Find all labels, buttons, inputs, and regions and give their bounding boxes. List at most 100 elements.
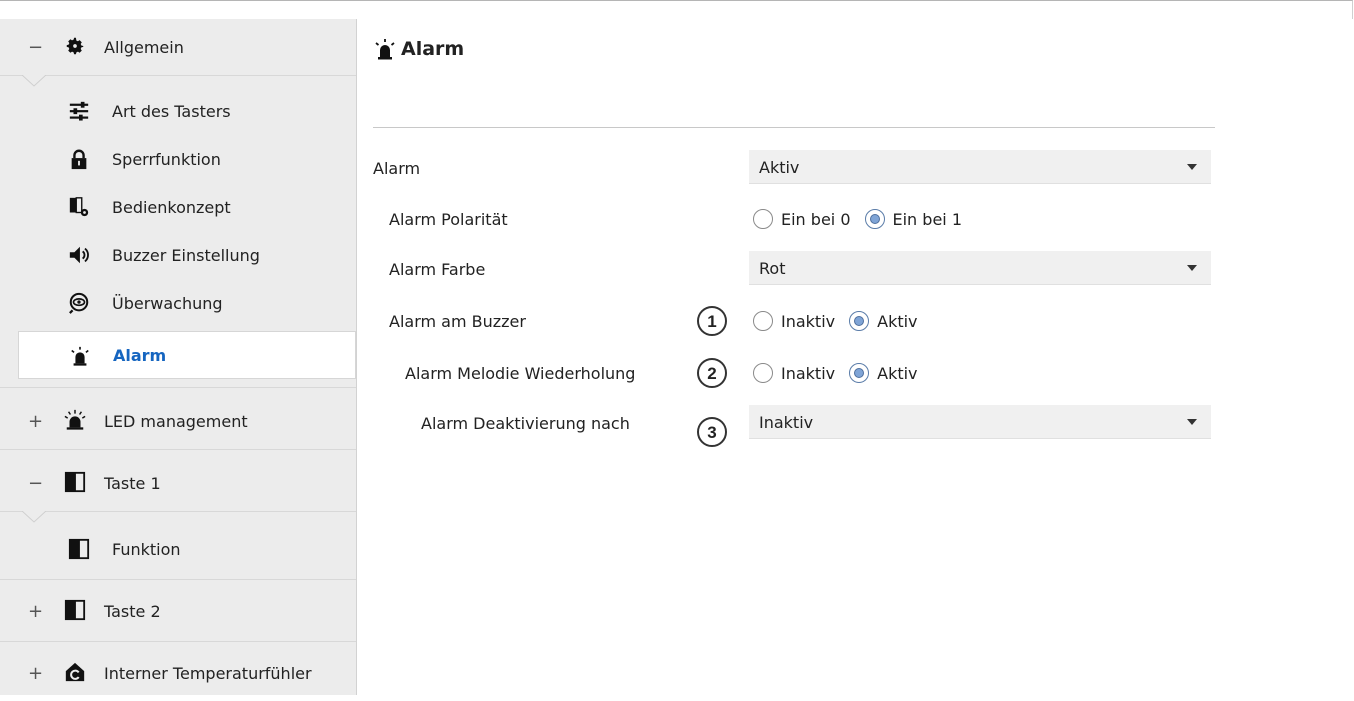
select-value: Rot [759,259,786,278]
caret-icon [22,75,46,87]
led-icon [64,409,86,431]
alarm-farbe-select[interactable]: Rot [749,251,1211,285]
eye-icon [68,292,90,314]
param-label: Alarm Melodie Wiederholung [405,364,636,383]
collapse-icon[interactable]: − [28,37,43,58]
thermometer-house-icon [64,661,86,683]
page-title: Alarm [373,35,464,63]
lock-icon [68,148,90,170]
sidebar-item-alarm[interactable]: Alarm [18,331,356,379]
param-row-alarm-deaktivierung-nach: Alarm Deaktivierung nach 3 Inaktiv [357,405,1353,447]
divider [0,579,356,580]
radio-label: Ein bei 0 [781,209,851,229]
divider [373,127,1215,128]
gear-icon [64,35,86,57]
expand-icon[interactable]: + [28,411,43,432]
radio-label: Aktiv [877,311,918,331]
sidebar-tree: − Allgemein Art des Tasters Sperrfunktio… [0,19,357,695]
param-label: Alarm Polarität [389,210,508,229]
alarm-select[interactable]: Aktiv [749,150,1211,184]
radio-group: Inaktiv Aktiv [753,309,932,333]
param-label: Alarm [373,159,421,178]
alarm-deaktivierung-select[interactable]: Inaktiv [749,405,1211,439]
sidebar-item-label: Überwachung [112,293,223,313]
tree-group-interner-temperaturfuehler[interactable]: + Interner Temperaturfühler [0,645,356,701]
sidebar-item-label: Buzzer Einstellung [112,245,260,265]
tree-group-taste-1[interactable]: − Taste 1 [0,455,356,511]
radio-inaktiv[interactable]: Inaktiv [753,363,835,383]
button-panel-icon [68,538,90,560]
divider [0,449,356,450]
sidebar-item-label: Alarm [113,345,167,365]
radio-label: Ein bei 1 [892,209,963,229]
radio-button[interactable] [753,363,773,383]
tree-group-label: Taste 1 [104,473,161,493]
alarm-icon [373,37,397,61]
divider [0,511,356,512]
caret-icon [22,511,46,523]
param-label: Alarm Farbe [389,260,486,279]
param-row-alarm-am-buzzer: Alarm am Buzzer 1 Inaktiv Aktiv [357,303,1353,339]
divider [0,387,356,388]
control-concept-icon [68,196,90,218]
radio-group: Inaktiv Aktiv [753,361,932,385]
expand-icon[interactable]: + [28,663,43,684]
radio-button[interactable] [849,311,870,331]
select-value: Aktiv [759,158,800,177]
radio-ein-bei-1[interactable]: Ein bei 1 [864,209,963,229]
radio-aktiv[interactable]: Aktiv [849,363,918,383]
radio-button[interactable] [864,209,885,229]
param-row-alarm-melodie-wiederholung: Alarm Melodie Wiederholung 2 Inaktiv Akt… [357,355,1353,391]
radio-group: Ein bei 0 Ein bei 1 [753,207,976,231]
radio-ein-bei-0[interactable]: Ein bei 0 [753,209,851,229]
tree-group-taste-2[interactable]: + Taste 2 [0,583,356,639]
sidebar-item-bedienkonzept[interactable]: Bedienkonzept [18,183,356,231]
collapse-icon[interactable]: − [28,473,43,494]
chevron-down-icon [1187,164,1197,170]
button-panel-icon [64,599,86,621]
button-panel-icon [64,471,86,493]
alarm-icon [69,345,91,367]
tree-group-led-management[interactable]: + LED management [0,393,356,449]
radio-button[interactable] [753,209,773,229]
tree-group-label: LED management [104,411,248,431]
sidebar-item-buzzer-einstellung[interactable]: Buzzer Einstellung [18,231,356,279]
sidebar-item-ueberwachung[interactable]: Überwachung [18,279,356,327]
callout-badge: 3 [697,417,727,447]
tree-group-allgemein[interactable]: − Allgemein [0,19,356,75]
sidebar-item-label: Funktion [112,539,181,559]
speaker-icon [68,244,90,266]
radio-button[interactable] [849,363,870,383]
param-row-alarm-farbe: Alarm Farbe Rot [357,251,1353,287]
param-row-alarm: Alarm Aktiv [357,150,1353,186]
select-value: Inaktiv [759,413,814,432]
radio-aktiv[interactable]: Aktiv [849,311,918,331]
divider [0,75,356,76]
sliders-icon [68,100,90,122]
param-label: Alarm Deaktivierung nach [421,414,630,433]
radio-button[interactable] [753,311,773,331]
tree-group-label: Allgemein [104,37,184,57]
sidebar-item-funktion[interactable]: Funktion [18,525,356,573]
radio-inaktiv[interactable]: Inaktiv [753,311,835,331]
sidebar-item-art-des-tasters[interactable]: Art des Tasters [18,87,356,135]
radio-label: Inaktiv [781,311,836,331]
radio-label: Inaktiv [781,363,836,383]
expand-icon[interactable]: + [28,601,43,622]
radio-label: Aktiv [877,363,918,383]
param-row-alarm-polaritaet: Alarm Polarität Ein bei 0 Ein bei 1 [357,201,1353,237]
tree-group-label: Interner Temperaturfühler [104,663,312,683]
sidebar-item-sperrfunktion[interactable]: Sperrfunktion [18,135,356,183]
chevron-down-icon [1187,419,1197,425]
tree-group-label: Taste 2 [104,601,161,621]
sidebar-item-label: Sperrfunktion [112,149,221,169]
page-title-text: Alarm [401,38,465,60]
sidebar-item-label: Bedienkonzept [112,197,231,217]
chevron-down-icon [1187,265,1197,271]
callout-badge: 1 [697,306,727,336]
callout-badge: 2 [697,358,727,388]
param-label: Alarm am Buzzer [389,312,526,331]
sidebar-item-label: Art des Tasters [112,101,231,121]
divider [0,641,356,642]
parameter-panel: Alarm Alarm Aktiv Alarm Polarität Ein be… [357,19,1353,695]
